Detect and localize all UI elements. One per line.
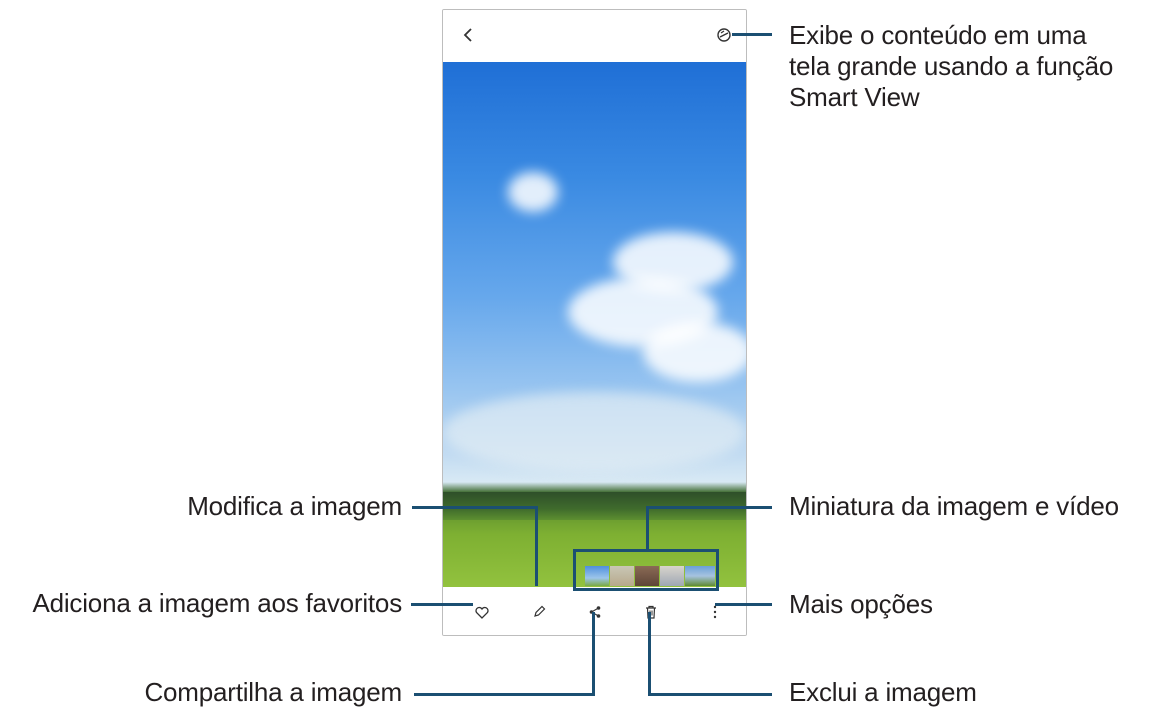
leader-line-thumbs-v [646, 506, 649, 550]
callout-smart-view-line3: Smart View [789, 82, 920, 112]
share-icon [589, 606, 601, 618]
heart-icon [475, 606, 489, 619]
callout-more: Mais opções [789, 589, 933, 619]
callout-edit: Modifica a imagem [187, 491, 402, 521]
smart-view-icon [717, 28, 731, 42]
cloud [443, 392, 746, 472]
chevron-left-icon [463, 28, 472, 42]
cloud [643, 322, 746, 382]
delete-button[interactable] [639, 601, 663, 623]
pencil-icon [534, 605, 546, 617]
leader-line-favorites [411, 603, 473, 606]
cloud [508, 172, 558, 212]
leader-line-edit-v [535, 506, 538, 586]
more-vertical-icon [713, 605, 717, 619]
leader-line-smart-view [732, 33, 772, 36]
callout-smart-view: Exibe o conteúdo em uma tela grande usan… [789, 20, 1113, 113]
callout-thumbnails: Miniatura da imagem e vídeo [789, 491, 1119, 521]
leader-line-edit-h [412, 506, 538, 509]
leader-line-delete-v [648, 612, 651, 696]
share-button[interactable] [583, 601, 607, 623]
leader-line-delete-h [648, 693, 772, 696]
leader-line-share-h [414, 693, 595, 696]
edit-button[interactable] [527, 601, 551, 623]
trash-icon [646, 605, 656, 619]
leader-line-more [715, 603, 772, 606]
callout-delete: Exclui a imagem [789, 677, 977, 707]
favorite-button[interactable] [470, 601, 494, 623]
callout-smart-view-line2: tela grande usando a função [789, 51, 1114, 81]
back-button[interactable] [457, 24, 479, 46]
top-app-bar [443, 10, 746, 62]
thumbnail-highlight [573, 549, 719, 591]
leader-line-share-v [592, 612, 595, 696]
callout-smart-view-line1: Exibe o conteúdo em uma [789, 20, 1087, 50]
leader-line-thumbs-h [646, 506, 772, 509]
callout-favorites: Adiciona a imagem aos favoritos [32, 588, 402, 618]
phone-screen [442, 9, 747, 636]
callout-share: Compartilha a imagem [144, 677, 402, 707]
